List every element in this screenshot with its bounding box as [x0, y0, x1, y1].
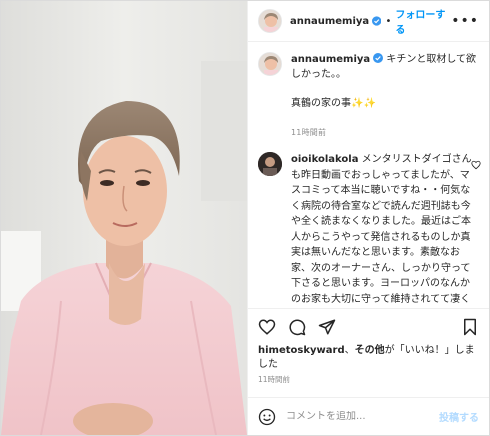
likes-summary: himetoskyward、その他が「いいね！」しました	[248, 344, 489, 372]
add-comment-bar: 投稿する	[248, 397, 489, 435]
caption-text-line2: しかった。。	[291, 69, 346, 80]
author-avatar[interactable]	[258, 9, 282, 33]
smiley-icon[interactable]	[258, 408, 276, 426]
caption-text: キチンと取材して欲	[383, 54, 477, 65]
post-comment-button[interactable]: 投稿する	[439, 409, 479, 424]
post-header: annaumemiya • フォローする •••	[248, 1, 489, 42]
share-icon[interactable]	[318, 318, 336, 336]
liker-username[interactable]: himetoskyward	[258, 345, 345, 356]
avatar-image	[259, 53, 281, 75]
verified-badge-icon	[372, 16, 382, 26]
comment-input[interactable]	[286, 411, 439, 422]
comment-icon[interactable]	[288, 318, 306, 336]
caption-avatar[interactable]	[258, 52, 282, 76]
sparkles-emoji: ✨✨	[351, 98, 376, 109]
more-options-button[interactable]: •••	[451, 13, 479, 29]
comment-username[interactable]: oioikolakola	[291, 154, 358, 165]
header-separator: •	[385, 15, 392, 27]
heart-icon[interactable]	[258, 318, 276, 336]
caption-username[interactable]: annaumemiya	[291, 54, 370, 65]
caption-timestamp[interactable]: 11時間前	[291, 125, 476, 140]
likes-others-link[interactable]: その他	[355, 345, 385, 356]
caption-body: annaumemiya キチンと取材して欲 しかった。。 真鶴の家の事✨✨ 11…	[291, 52, 476, 140]
comment-text: メンタリストダイゴさんも昨日動画でおっしゃってましたが、マスコミって本当に聴いで…	[291, 154, 472, 305]
comment-item: oioikolakola メンタリストダイゴさんも昨日動画でおっしゃってましたが…	[258, 152, 481, 308]
video-frame-illustration	[1, 1, 247, 435]
commenter-avatar[interactable]	[258, 152, 282, 176]
author-username[interactable]: annaumemiya	[290, 16, 369, 27]
comment-body: oioikolakola メンタリストダイゴさんも昨日動画でおっしゃってましたが…	[291, 152, 479, 308]
caption: annaumemiya キチンと取材して欲 しかった。。 真鶴の家の事✨✨ 11…	[258, 52, 479, 140]
avatar-image	[258, 152, 282, 176]
comment-like-heart-icon[interactable]	[471, 160, 481, 170]
post-media-video[interactable]	[1, 1, 247, 435]
instagram-post-modal: annaumemiya • フォローする ••• annaumemiya キチン…	[0, 0, 490, 436]
likes-separator: 、	[344, 345, 355, 356]
comments-list[interactable]: annaumemiya キチンと取材して欲 しかった。。 真鶴の家の事✨✨ 11…	[248, 42, 489, 308]
follow-button[interactable]: フォローする	[395, 6, 451, 36]
caption-extra: 真鶴の家の事✨✨	[291, 96, 476, 111]
caption-extra-text: 真鶴の家の事	[291, 98, 351, 109]
action-bar	[248, 308, 489, 344]
post-timestamp[interactable]: 11時間前	[248, 372, 489, 385]
post-details-panel: annaumemiya • フォローする ••• annaumemiya キチン…	[247, 1, 489, 435]
verified-badge-icon	[373, 53, 384, 63]
bookmark-icon[interactable]	[461, 318, 479, 336]
avatar-image	[259, 10, 281, 32]
